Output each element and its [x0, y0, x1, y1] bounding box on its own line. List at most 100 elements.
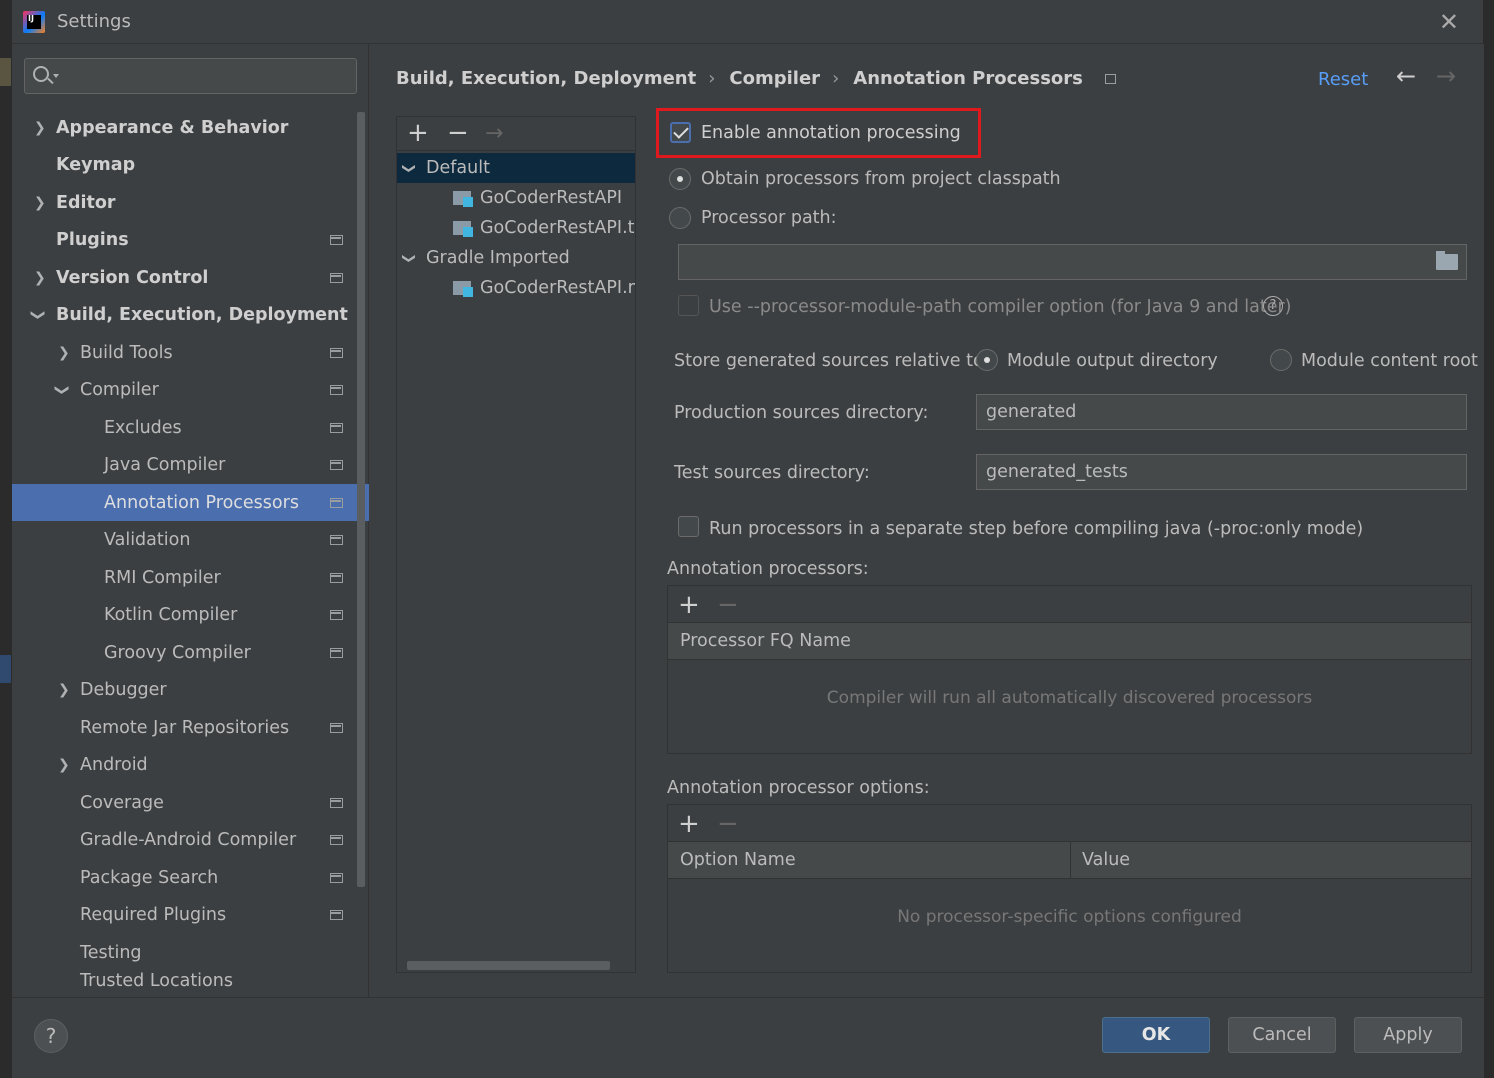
- module-path-checkbox[interactable]: [678, 295, 699, 316]
- project-level-icon: [330, 872, 343, 883]
- run-separate-checkbox[interactable]: [678, 516, 699, 537]
- project-level-icon: [330, 234, 343, 245]
- window-title: Settings: [57, 11, 131, 32]
- settings-content: Build, Execution, Deployment › Compiler › An…: [370, 44, 1484, 997]
- sidebar-item-label: Kotlin Compiler: [104, 604, 238, 625]
- sidebar-item-plugins[interactable]: Plugins: [12, 221, 369, 258]
- module-label: GoCoderRestAPI: [480, 188, 623, 208]
- chevron-down-icon: ❯: [53, 383, 70, 396]
- add-icon[interactable]: +: [407, 118, 429, 148]
- project-level-icon: [330, 722, 343, 733]
- profile-node-gradle[interactable]: ❯ Gradle Imported: [397, 243, 635, 273]
- breadcrumb-item: Compiler: [729, 68, 821, 89]
- dialog-footer: ? OK Cancel Apply: [12, 997, 1484, 1078]
- remove-icon: −: [717, 809, 739, 839]
- ok-button[interactable]: OK: [1102, 1017, 1210, 1053]
- help-icon[interactable]: ?: [1263, 296, 1283, 316]
- search-icon: [33, 66, 49, 82]
- sidebar-scrollbar[interactable]: [357, 112, 365, 887]
- processors-header: Processor FQ Name: [668, 623, 1471, 660]
- sidebar-item-label: Build, Execution, Deployment: [56, 304, 348, 325]
- profiles-panel: + − → ❯ Default GoCoderRestAPI GoCoderRes…: [396, 116, 636, 973]
- project-level-icon: [330, 647, 343, 658]
- obtain-processors-radio[interactable]: [669, 168, 691, 190]
- sidebar-item-label: Gradle-Android Compiler: [80, 829, 297, 850]
- options-section-title: Annotation processor options:: [667, 778, 930, 798]
- sidebar-item-label: Plugins: [56, 229, 129, 250]
- sidebar-item-kotlin-compiler[interactable]: Kotlin Compiler: [12, 596, 369, 633]
- sidebar-item-build-execution[interactable]: ❯ Build, Execution, Deployment: [12, 296, 369, 333]
- store-generated-label: Store generated sources relative to:: [674, 351, 990, 371]
- folder-icon[interactable]: [1436, 251, 1458, 270]
- sidebar-item-rmi-compiler[interactable]: RMI Compiler: [12, 559, 369, 596]
- sidebar-item-editor[interactable]: ❯ Editor: [12, 184, 369, 221]
- processor-path-input[interactable]: [678, 244, 1467, 280]
- sidebar-item-appearance[interactable]: ❯ Appearance & Behavior: [12, 109, 369, 146]
- processor-path-radio[interactable]: [669, 207, 691, 229]
- sidebar-item-annotation-processors[interactable]: Annotation Processors: [12, 484, 369, 521]
- settings-dialog: IJ Settings ✕ ❯ Appearance & Behavior Key…: [11, 0, 1484, 1078]
- module-content-radio[interactable]: [1270, 349, 1292, 371]
- module-label: GoCoderRestAPI.m: [480, 278, 635, 298]
- sidebar-item-compiler[interactable]: ❯ Compiler: [12, 371, 369, 408]
- module-output-radio[interactable]: [976, 349, 998, 371]
- sidebar-item-testing[interactable]: Testing: [12, 934, 369, 971]
- add-icon[interactable]: +: [678, 590, 700, 620]
- profiles-scrollbar[interactable]: [407, 961, 610, 970]
- options-header: Option Name Value: [668, 842, 1471, 879]
- processors-table: + − Processor FQ Name Compiler will run …: [667, 585, 1472, 754]
- breadcrumb-item: Build, Execution, Deployment: [396, 68, 697, 89]
- cancel-button[interactable]: Cancel: [1228, 1017, 1336, 1053]
- sidebar-item-label: Groovy Compiler: [104, 642, 251, 663]
- breadcrumb-item: Annotation Processors: [853, 68, 1083, 89]
- sidebar-item-android[interactable]: ❯ Android: [12, 746, 369, 783]
- intellij-logo-icon: IJ: [23, 11, 45, 33]
- sidebar-item-version-control[interactable]: ❯ Version Control: [12, 259, 369, 296]
- sidebar-item-gradle-android[interactable]: Gradle-Android Compiler: [12, 821, 369, 858]
- reset-link[interactable]: Reset: [1318, 69, 1368, 90]
- profile-node-default[interactable]: ❯ Default: [397, 153, 635, 183]
- close-icon[interactable]: ✕: [1439, 8, 1459, 36]
- help-button[interactable]: ?: [34, 1019, 68, 1053]
- sidebar-item-label: Editor: [56, 192, 116, 213]
- sidebar-item-label: Package Search: [80, 867, 219, 888]
- sidebar-item-debugger[interactable]: ❯ Debugger: [12, 671, 369, 708]
- profile-module[interactable]: GoCoderRestAPI.te: [397, 213, 635, 243]
- apply-button[interactable]: Apply: [1354, 1017, 1462, 1053]
- sidebar-item-label: Annotation Processors: [104, 492, 299, 513]
- enable-annotation-label: Enable annotation processing: [701, 123, 961, 143]
- add-icon[interactable]: +: [678, 809, 700, 839]
- module-icon: [453, 219, 473, 237]
- chevron-right-icon: ❯: [58, 344, 70, 361]
- profile-label: Default: [426, 158, 490, 178]
- sidebar-item-package-search[interactable]: Package Search: [12, 859, 369, 896]
- project-level-icon: [330, 609, 343, 620]
- sidebar-item-excludes[interactable]: Excludes: [12, 409, 369, 446]
- sidebar-item-keymap[interactable]: Keymap: [12, 146, 369, 183]
- breadcrumb-separator: ›: [708, 68, 716, 89]
- sidebar-item-validation[interactable]: Validation: [12, 521, 369, 558]
- chevron-down-icon: ❯: [400, 162, 416, 174]
- sidebar-item-label: Keymap: [56, 154, 136, 175]
- profile-module[interactable]: GoCoderRestAPI: [397, 183, 635, 213]
- sidebar-item-required-plugins[interactable]: Required Plugins: [12, 896, 369, 933]
- search-input[interactable]: [24, 58, 357, 94]
- sidebar-item-remote-jar[interactable]: Remote Jar Repositories: [12, 709, 369, 746]
- test-dir-input[interactable]: generated_tests: [976, 454, 1467, 490]
- sidebar-item-build-tools[interactable]: ❯ Build Tools: [12, 334, 369, 371]
- production-dir-input[interactable]: generated: [976, 394, 1467, 430]
- back-arrow-icon[interactable]: ←: [1396, 62, 1416, 90]
- enable-annotation-checkbox[interactable]: [670, 122, 691, 143]
- sidebar-item-groovy-compiler[interactable]: Groovy Compiler: [12, 634, 369, 671]
- sidebar-item-java-compiler[interactable]: Java Compiler: [12, 446, 369, 483]
- project-level-icon: [1104, 74, 1116, 84]
- chevron-down-icon[interactable]: [53, 74, 59, 78]
- project-level-icon: [330, 572, 343, 583]
- chevron-right-icon: ❯: [34, 119, 46, 136]
- profile-module[interactable]: GoCoderRestAPI.m: [397, 273, 635, 303]
- options-table: + − Option Name Value No processor-speci…: [667, 804, 1472, 973]
- sidebar-item-label: Build Tools: [80, 342, 173, 363]
- remove-icon[interactable]: −: [447, 118, 469, 148]
- forward-arrow-icon: →: [1436, 62, 1457, 90]
- sidebar-item-coverage[interactable]: Coverage: [12, 784, 369, 821]
